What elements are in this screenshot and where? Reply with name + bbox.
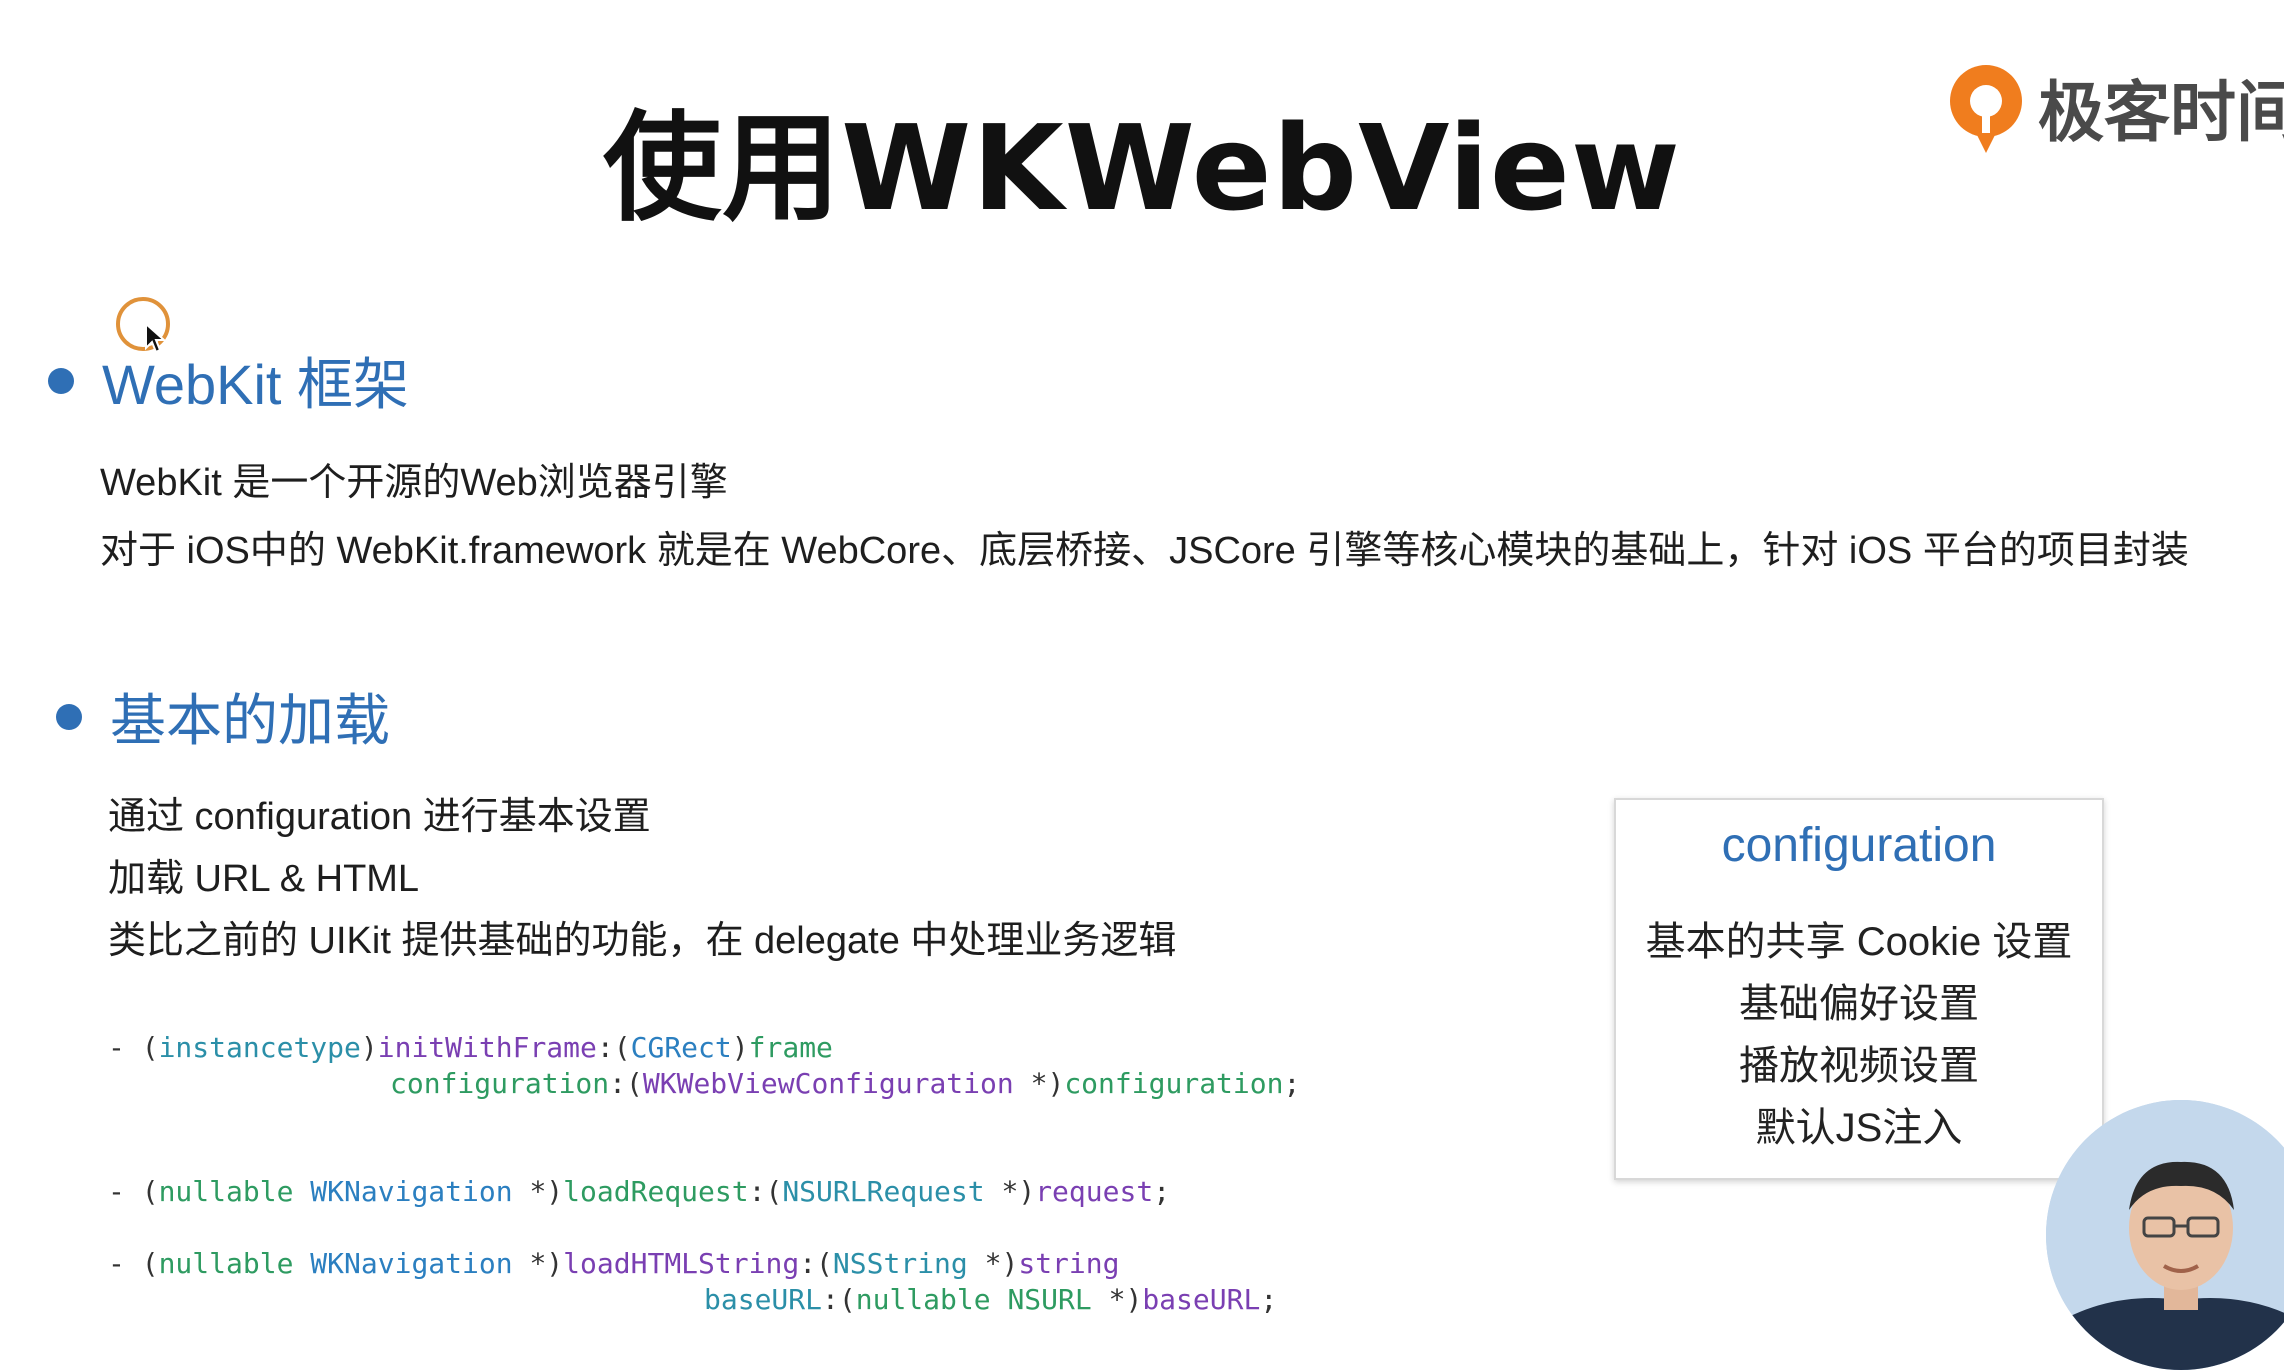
bullet-dot — [56, 703, 82, 730]
code-token: loadRequest — [563, 1175, 749, 1208]
webkit-description: WebKit 是一个开源的Web浏览器引擎 对于 iOS中的 WebKit.fr… — [100, 452, 2189, 582]
code-token: WKNavigation — [310, 1247, 513, 1280]
text-line: 对于 iOS中的 WebKit.framework 就是在 WebCore、底层… — [100, 530, 2189, 572]
code-token: :( — [748, 1175, 783, 1208]
code-init-with-frame: - (instancetype)initWithFrame:(CGRect)fr… — [108, 1030, 1300, 1102]
code-token: :( — [799, 1247, 833, 1280]
geektime-logo-icon — [1950, 65, 2022, 153]
config-item: 基础偏好设置 — [1739, 982, 1979, 1026]
code-token: initWithFrame — [377, 1031, 597, 1064]
section-heading: 基本的加载 — [110, 689, 390, 752]
code-load-html-string: - (nullable WKNavigation *)loadHTMLStrin… — [108, 1246, 1277, 1318]
code-token: *) — [984, 1175, 1036, 1208]
section-webkit: WebKit 框架 — [48, 340, 409, 421]
section-basic-load: 基本的加载 — [56, 676, 390, 757]
code-token: WKNavigation — [310, 1175, 513, 1208]
mouse-cursor-icon — [145, 322, 167, 354]
code-token: configuration — [1064, 1067, 1284, 1100]
code-token: ; — [1260, 1283, 1278, 1316]
text-line: 加载 URL & HTML — [108, 858, 420, 900]
code-token: frame — [748, 1031, 833, 1064]
basic-load-description: 通过 configuration 进行基本设置 加载 URL & HTML 类比… — [108, 786, 1176, 972]
code-token: *) — [1091, 1283, 1143, 1316]
code-token: *) — [967, 1247, 1019, 1280]
config-box-title: configuration — [1721, 819, 1997, 872]
brand-logo: 极客时间 — [1944, 52, 2284, 162]
code-token: NSURLRequest — [782, 1175, 985, 1208]
config-item-list: 基本的共享 Cookie 设置 基础偏好设置 播放视频设置 默认JS注入 — [1616, 911, 2102, 1159]
code-token: *) — [512, 1247, 564, 1280]
code-token: :( — [596, 1031, 631, 1064]
code-token: nullable — [855, 1283, 991, 1316]
logo-text: 极客时间 — [2038, 74, 2284, 151]
code-token: instancetype — [158, 1031, 361, 1064]
config-item: 基本的共享 Cookie 设置 — [1645, 920, 2073, 964]
code-token: request — [1035, 1175, 1154, 1208]
code-token: NSURL — [1007, 1283, 1092, 1316]
slide-title: 使用WKWebView — [603, 99, 1681, 237]
code-load-request: - (nullable WKNavigation *)loadRequest:(… — [108, 1174, 1170, 1210]
bullet-dot — [48, 367, 74, 394]
text-line: 类比之前的 UIKit 提供基础的功能，在 delegate 中处理业务逻辑 — [108, 920, 1177, 962]
code-token: NSString — [832, 1247, 968, 1280]
code-token: :( — [822, 1283, 856, 1316]
code-token: ; — [1283, 1067, 1301, 1100]
code-token: ; — [1153, 1175, 1171, 1208]
code-token: baseURL — [704, 1283, 823, 1316]
configuration-box: configuration 基本的共享 Cookie 设置 基础偏好设置 播放视… — [1614, 798, 2104, 1180]
config-item: 播放视频设置 — [1739, 1044, 1979, 1088]
text-line: WebKit 是一个开源的Web浏览器引擎 — [100, 462, 728, 504]
code-token: nullable — [158, 1175, 294, 1208]
code-token: WKWebViewConfiguration — [642, 1067, 1014, 1100]
code-token: *) — [1013, 1067, 1065, 1100]
text-line: 通过 configuration 进行基本设置 — [108, 796, 651, 838]
config-item: 默认JS注入 — [1755, 1106, 1963, 1150]
code-token: ) — [731, 1031, 749, 1064]
code-token: ) — [360, 1031, 378, 1064]
code-token: configuration — [390, 1067, 610, 1100]
code-token: string — [1018, 1247, 1120, 1280]
code-token: nullable — [158, 1247, 294, 1280]
code-token: :( — [609, 1067, 643, 1100]
code-token: CGRect — [630, 1031, 732, 1064]
code-token: - ( — [108, 1247, 159, 1280]
code-token: - ( — [108, 1175, 159, 1208]
code-token: baseURL — [1142, 1283, 1261, 1316]
code-token: loadHTMLString — [563, 1247, 800, 1280]
code-token: - ( — [108, 1031, 159, 1064]
code-token: *) — [512, 1175, 564, 1208]
